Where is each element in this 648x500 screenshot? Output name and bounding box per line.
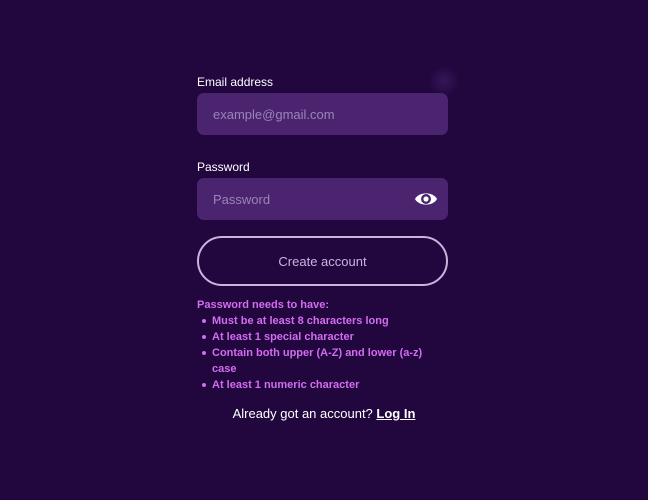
bullet-icon: [202, 383, 206, 387]
requirement-text: At least 1 special character: [212, 331, 354, 343]
requirement-text: At least 1 numeric character: [212, 379, 360, 391]
requirement-text: Must be at least 8 characters long: [212, 315, 389, 327]
requirement-item: Must be at least 8 characters long: [197, 313, 432, 329]
requirements-heading: Password needs to have:: [197, 299, 330, 311]
password-label: Password: [197, 160, 250, 174]
signup-page: Email address Password Create account Pa…: [0, 0, 648, 500]
requirement-item: At least 1 numeric character: [197, 377, 432, 393]
login-prompt: Already got an account? Log In: [0, 406, 648, 421]
login-prompt-text: Already got an account?: [232, 406, 373, 421]
create-account-button[interactable]: Create account: [197, 236, 448, 286]
requirement-text: Contain both upper (A-Z) and lower (a-z)…: [212, 347, 423, 375]
eye-icon[interactable]: [414, 189, 438, 209]
signup-form: Email address Password Create account Pa…: [197, 74, 448, 393]
email-label: Email address: [197, 75, 274, 89]
email-input[interactable]: [197, 93, 448, 135]
password-requirements: Password needs to have: Must be at least…: [197, 297, 448, 393]
login-link[interactable]: Log In: [376, 406, 415, 421]
bullet-icon: [202, 335, 206, 339]
bullet-icon: [202, 319, 206, 323]
bullet-icon: [202, 351, 206, 355]
requirement-item: At least 1 special character: [197, 329, 432, 345]
email-field-container: [197, 93, 448, 135]
requirement-item: Contain both upper (A-Z) and lower (a-z)…: [197, 345, 432, 377]
password-input[interactable]: [197, 178, 448, 220]
password-field-container: [197, 178, 448, 220]
requirements-list: Must be at least 8 characters long At le…: [197, 313, 448, 393]
